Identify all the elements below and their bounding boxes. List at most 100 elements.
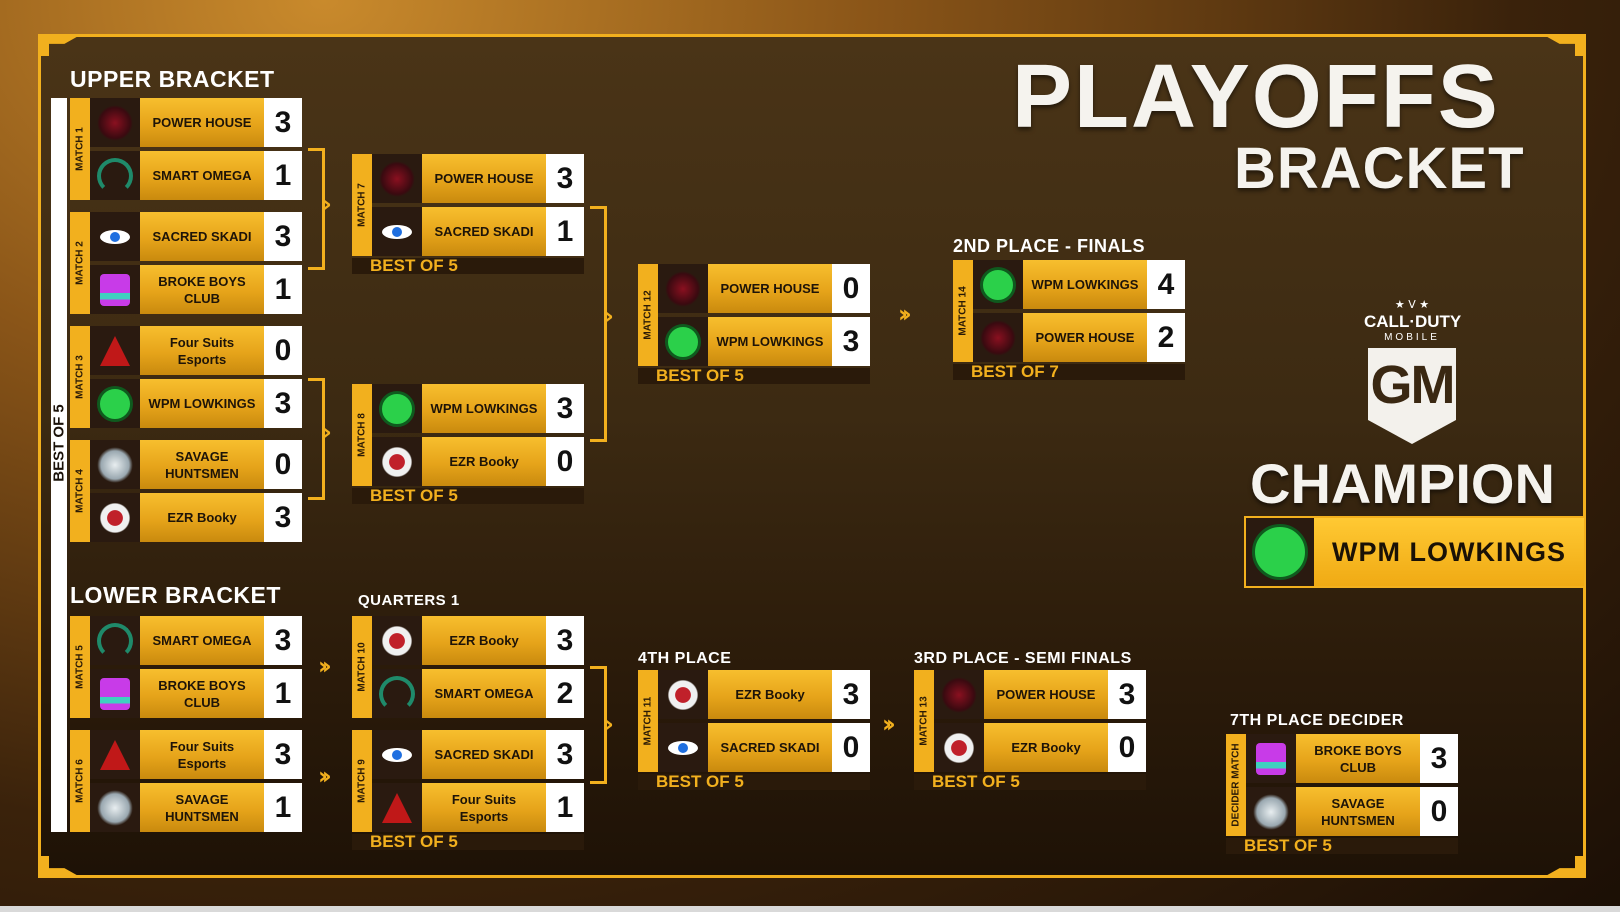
team-score: 3 [546,154,584,203]
team-row: BROKE BOYS CLUB 1 [90,669,302,718]
match-card: DECIDER MATCH BROKE BOYS CLUB 3 SAVAGE H… [1226,734,1458,854]
ezr-booky-logo-icon [665,676,701,713]
team-row: WPM LOWKINGS 3 [90,379,302,428]
best-of-label: BEST OF 5 [352,257,584,274]
wpm-lowkings-logo-icon [97,385,133,422]
match-card: MATCH 14 WPM LOWKINGS 4 POWER HOUSE 2 BE… [953,260,1185,380]
team-name: BROKE BOYS CLUB [140,265,264,314]
wpm-lowkings-logo-icon [379,390,415,427]
team-name: EZR Booky [708,670,832,719]
team-row: SACRED SKADI 3 [372,730,584,779]
match-label: MATCH 5 [70,616,90,718]
team-name: WPM LOWKINGS [708,317,832,366]
finals-heading: 2ND PLACE - FINALS [953,236,1146,256]
team-row: SACRED SKADI 1 [372,207,584,256]
match-label: MATCH 11 [638,670,658,772]
team-score: 0 [832,264,870,313]
team-name: BROKE BOYS CLUB [1296,734,1420,783]
team-name: SAVAGE HUNTSMEN [140,440,264,489]
team-name: POWER HOUSE [1023,313,1147,362]
match-label: MATCH 14 [953,260,973,362]
best-of-label: BEST OF 5 [638,367,870,384]
wpm-lowkings-logo-icon [665,323,701,360]
four-suits-logo-icon [100,335,130,366]
wpm-lowkings-logo-icon [980,266,1016,303]
power-house-logo-icon [941,676,977,713]
match-label: MATCH 2 [70,212,90,314]
best-of-label: BEST OF 5 [352,833,584,850]
advance-arrow-icon: ›› [882,710,896,738]
team-row: POWER HOUSE 0 [658,264,870,313]
team-name: SACRED SKADI [422,207,546,256]
smart-omega-logo-icon [97,157,133,194]
page-subtitle: BRACKET [1234,136,1525,201]
team-row: SAVAGE HUNTSMEN 0 [90,440,302,489]
team-row: Four Suits Esports 0 [90,326,302,375]
codm-logo: ★ V ★ CALL·DUTY MOBILE GM [1364,298,1461,444]
team-row: Four Suits Esports 1 [372,783,584,832]
match-card: MATCH 8 WPM LOWKINGS 3 EZR Booky 0 BEST … [352,384,584,504]
match-card: MATCH 3 Four Suits Esports 0 WPM LOWKING… [70,326,302,428]
match-card: MATCH 11 EZR Booky 3 SACRED SKADI 0 BEST… [638,670,870,790]
match-card: MATCH 1 POWER HOUSE 3 SMART OMEGA 1 [70,98,302,200]
team-score: 0 [1420,787,1458,836]
best-of-label: BEST OF 7 [953,363,1185,380]
power-house-logo-icon [665,270,701,307]
match-label: MATCH 6 [70,730,90,832]
sacred-skadi-logo-icon [100,229,130,244]
team-score: 3 [264,616,302,665]
team-row: EZR Booky 3 [372,616,584,665]
team-row: SAVAGE HUNTSMEN 1 [90,783,302,832]
advance-arrow-icon: › [604,710,614,738]
match-card: MATCH 2 SACRED SKADI 3 BROKE BOYS CLUB 1 [70,212,302,314]
wpm-lowkings-logo-icon [1252,524,1308,580]
ezr-booky-logo-icon [941,729,977,766]
team-name: POWER HOUSE [422,154,546,203]
advance-arrow-icon: › [322,190,332,218]
quarters-heading: QUARTERS 1 [358,592,460,609]
team-score: 3 [264,379,302,428]
team-score: 0 [264,440,302,489]
match-label: MATCH 4 [70,440,90,542]
team-name: Four Suits Esports [140,326,264,375]
smart-omega-logo-icon [379,675,415,712]
team-score: 1 [264,669,302,718]
team-row: WPM LOWKINGS 3 [658,317,870,366]
team-name: SAVAGE HUNTSMEN [1296,787,1420,836]
team-row: SMART OMEGA 2 [372,669,584,718]
team-score: 2 [1147,313,1185,362]
team-row: WPM LOWKINGS 3 [372,384,584,433]
team-name: WPM LOWKINGS [422,384,546,433]
team-score: 3 [832,317,870,366]
four-suits-logo-icon [382,792,412,823]
best-of-side-label: BEST OF 5 [51,98,68,832]
advance-arrow-icon: ›› [318,652,332,680]
advance-arrow-icon: ›› [898,300,912,328]
lower-bracket-heading: LOWER BRACKET [70,582,281,608]
team-name: SACRED SKADI [708,723,832,772]
team-name: WPM LOWKINGS [140,379,264,428]
match-card: MATCH 9 SACRED SKADI 3 Four Suits Esport… [352,730,584,850]
bottom-bar [0,906,1620,912]
team-row: SAVAGE HUNTSMEN 0 [1246,787,1458,836]
match-label: MATCH 3 [70,326,90,428]
team-row: SACRED SKADI 3 [90,212,302,261]
power-house-logo-icon [379,160,415,197]
team-score: 1 [546,207,584,256]
team-row: POWER HOUSE 2 [973,313,1185,362]
best-of-label: BEST OF 5 [1226,837,1458,854]
sacred-skadi-logo-icon [382,224,412,239]
team-name: EZR Booky [140,493,264,542]
seventh-place-heading: 7TH PLACE DECIDER [1230,712,1404,729]
best-of-label: BEST OF 5 [638,773,870,790]
team-score: 0 [546,437,584,486]
team-row: Four Suits Esports 3 [90,730,302,779]
team-score: 3 [546,730,584,779]
team-row: POWER HOUSE 3 [90,98,302,147]
sacred-skadi-logo-icon [668,740,698,755]
broke-boys-club-logo-icon [100,273,130,306]
team-row: POWER HOUSE 3 [372,154,584,203]
fourth-place-heading: 4TH PLACE [638,650,732,667]
match-label: DECIDER MATCH [1226,734,1246,836]
team-name: POWER HOUSE [984,670,1108,719]
